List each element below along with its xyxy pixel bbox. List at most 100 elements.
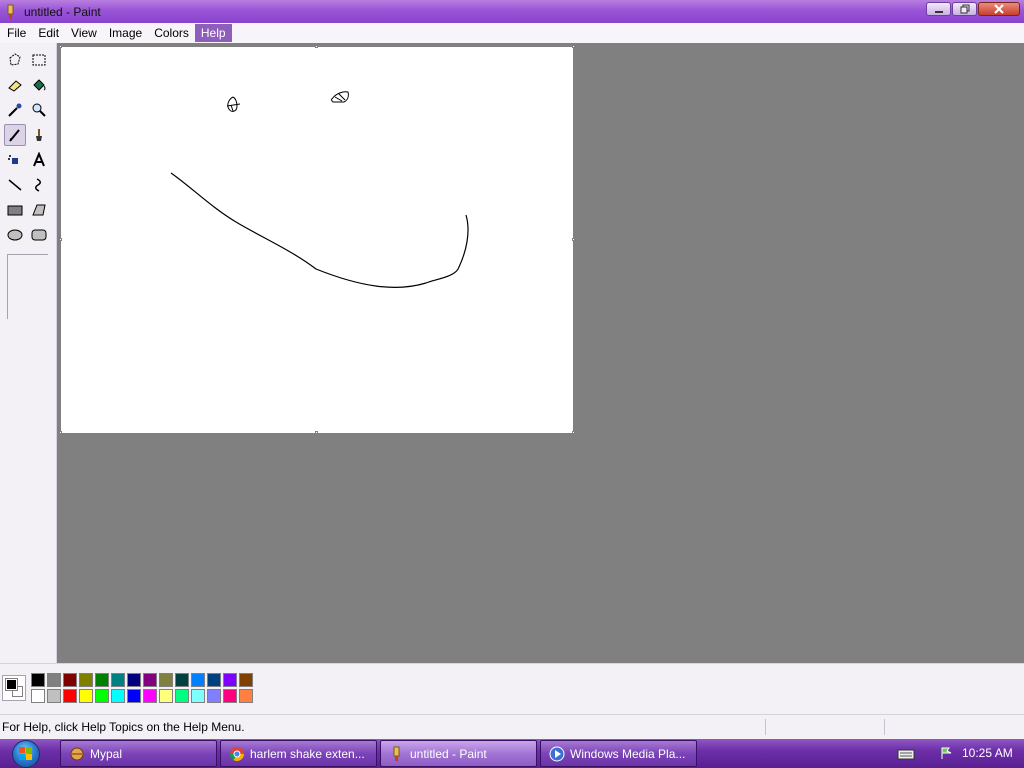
tool-brush[interactable] bbox=[28, 124, 50, 146]
color-picker-icon bbox=[8, 103, 22, 117]
tool-options-panel[interactable] bbox=[7, 254, 48, 319]
palette-swatch[interactable] bbox=[223, 673, 237, 687]
tool-rect-select[interactable] bbox=[28, 49, 50, 71]
network-icon[interactable] bbox=[939, 745, 955, 761]
tool-airbrush[interactable] bbox=[4, 149, 26, 171]
tool-free-form-select[interactable] bbox=[4, 49, 26, 71]
status-separator bbox=[765, 719, 766, 735]
tool-polygon[interactable] bbox=[28, 199, 50, 221]
foreground-color-swatch bbox=[5, 678, 18, 691]
palette-swatch[interactable] bbox=[31, 689, 45, 703]
current-colors bbox=[2, 675, 26, 701]
palette-swatch[interactable] bbox=[191, 689, 205, 703]
eraser-icon bbox=[8, 80, 22, 92]
paint-app-icon bbox=[7, 4, 14, 19]
taskbar-item-media-player[interactable]: Windows Media Pla... bbox=[540, 740, 697, 767]
clock[interactable]: 10:25 AM bbox=[962, 746, 1013, 760]
status-separator bbox=[884, 719, 885, 735]
magnifier-icon bbox=[32, 103, 46, 117]
toolbox bbox=[0, 43, 57, 663]
palette-swatch[interactable] bbox=[175, 689, 189, 703]
palette-swatch[interactable] bbox=[159, 673, 173, 687]
menu-view[interactable]: View bbox=[65, 24, 103, 42]
tool-magnifier[interactable] bbox=[28, 99, 50, 121]
rect-select-icon bbox=[32, 54, 46, 66]
tool-rounded-rectangle[interactable] bbox=[28, 224, 50, 246]
tool-line[interactable] bbox=[4, 174, 26, 196]
palette-swatch[interactable] bbox=[95, 689, 109, 703]
tool-text[interactable] bbox=[28, 149, 50, 171]
drawn-left-eye bbox=[226, 96, 241, 112]
drawing-canvas[interactable] bbox=[61, 47, 573, 433]
palette-swatch[interactable] bbox=[95, 673, 109, 687]
tool-color-picker[interactable] bbox=[4, 99, 26, 121]
curve-icon bbox=[35, 178, 41, 192]
canvas-handle-top-center bbox=[315, 45, 318, 48]
palette-swatch[interactable] bbox=[159, 689, 173, 703]
palette-swatch[interactable] bbox=[207, 689, 221, 703]
ellipse-icon bbox=[7, 229, 23, 241]
palette-swatch[interactable] bbox=[143, 689, 157, 703]
taskbar-item-chrome[interactable]: harlem shake exten... bbox=[220, 740, 377, 767]
brush-icon bbox=[36, 129, 42, 141]
taskbar-item-label: Windows Media Pla... bbox=[570, 746, 686, 761]
palette-swatch[interactable] bbox=[175, 673, 189, 687]
taskbar-item-label: Mypal bbox=[90, 746, 123, 761]
canvas-handle-middle-right[interactable] bbox=[572, 238, 575, 241]
pencil-icon bbox=[9, 129, 20, 142]
tool-pencil[interactable] bbox=[4, 124, 26, 146]
palette-swatch[interactable] bbox=[47, 673, 61, 687]
tool-fill[interactable] bbox=[28, 74, 50, 96]
palette-swatch[interactable] bbox=[239, 689, 253, 703]
canvas-handle-bottom-center[interactable] bbox=[315, 431, 318, 434]
line-icon bbox=[8, 179, 22, 191]
palette-swatch[interactable] bbox=[127, 689, 141, 703]
paint-icon bbox=[393, 746, 400, 761]
restore-button[interactable] bbox=[952, 2, 977, 16]
palette-swatch[interactable] bbox=[111, 673, 125, 687]
color-palette bbox=[0, 663, 1024, 714]
palette-swatch[interactable] bbox=[63, 689, 77, 703]
tool-rectangle[interactable] bbox=[4, 199, 26, 221]
free-form-select-icon bbox=[9, 53, 21, 66]
palette-swatch[interactable] bbox=[31, 673, 45, 687]
menu-edit[interactable]: Edit bbox=[32, 24, 65, 42]
palette-swatch[interactable] bbox=[191, 673, 205, 687]
menu-colors[interactable]: Colors bbox=[148, 24, 195, 42]
drawn-right-eye bbox=[330, 91, 349, 103]
taskbar-item-label: harlem shake exten... bbox=[250, 746, 365, 761]
palette-swatch[interactable] bbox=[239, 673, 253, 687]
palette-swatch[interactable] bbox=[111, 689, 125, 703]
keyboard-icon[interactable] bbox=[897, 747, 915, 761]
menu-help[interactable]: Help bbox=[194, 24, 232, 42]
tool-ellipse[interactable] bbox=[4, 224, 26, 246]
taskbar-item-mypal[interactable]: Mypal bbox=[60, 740, 217, 767]
tool-eraser[interactable] bbox=[4, 74, 26, 96]
close-button[interactable] bbox=[978, 2, 1020, 16]
canvas-handle-bottom-left bbox=[59, 431, 62, 434]
palette-swatch[interactable] bbox=[143, 673, 157, 687]
menu-image[interactable]: Image bbox=[103, 24, 148, 42]
palette-swatch[interactable] bbox=[63, 673, 77, 687]
start-button[interactable] bbox=[4, 740, 48, 768]
taskbar-item-paint[interactable]: untitled - Paint bbox=[380, 740, 537, 767]
palette-swatch[interactable] bbox=[79, 673, 93, 687]
minimize-button[interactable] bbox=[926, 2, 951, 16]
palette-swatch[interactable] bbox=[79, 689, 93, 703]
status-bar: For Help, click Help Topics on the Help … bbox=[0, 714, 1024, 739]
airbrush-icon bbox=[8, 155, 18, 164]
palette-swatch[interactable] bbox=[47, 689, 61, 703]
polygon-icon bbox=[32, 204, 46, 216]
window-controls bbox=[926, 2, 1020, 16]
canvas-handle-bottom-right[interactable] bbox=[572, 431, 575, 434]
minimize-icon bbox=[934, 11, 943, 13]
canvas-handle-top-left bbox=[59, 45, 62, 48]
tool-curve[interactable] bbox=[28, 174, 50, 196]
palette-swatch[interactable] bbox=[223, 689, 237, 703]
status-help-text: For Help, click Help Topics on the Help … bbox=[2, 720, 245, 734]
palette-swatch[interactable] bbox=[207, 673, 221, 687]
text-icon bbox=[33, 152, 45, 167]
palette-swatch[interactable] bbox=[127, 673, 141, 687]
menu-file[interactable]: File bbox=[1, 24, 32, 42]
workspace bbox=[57, 43, 1024, 663]
